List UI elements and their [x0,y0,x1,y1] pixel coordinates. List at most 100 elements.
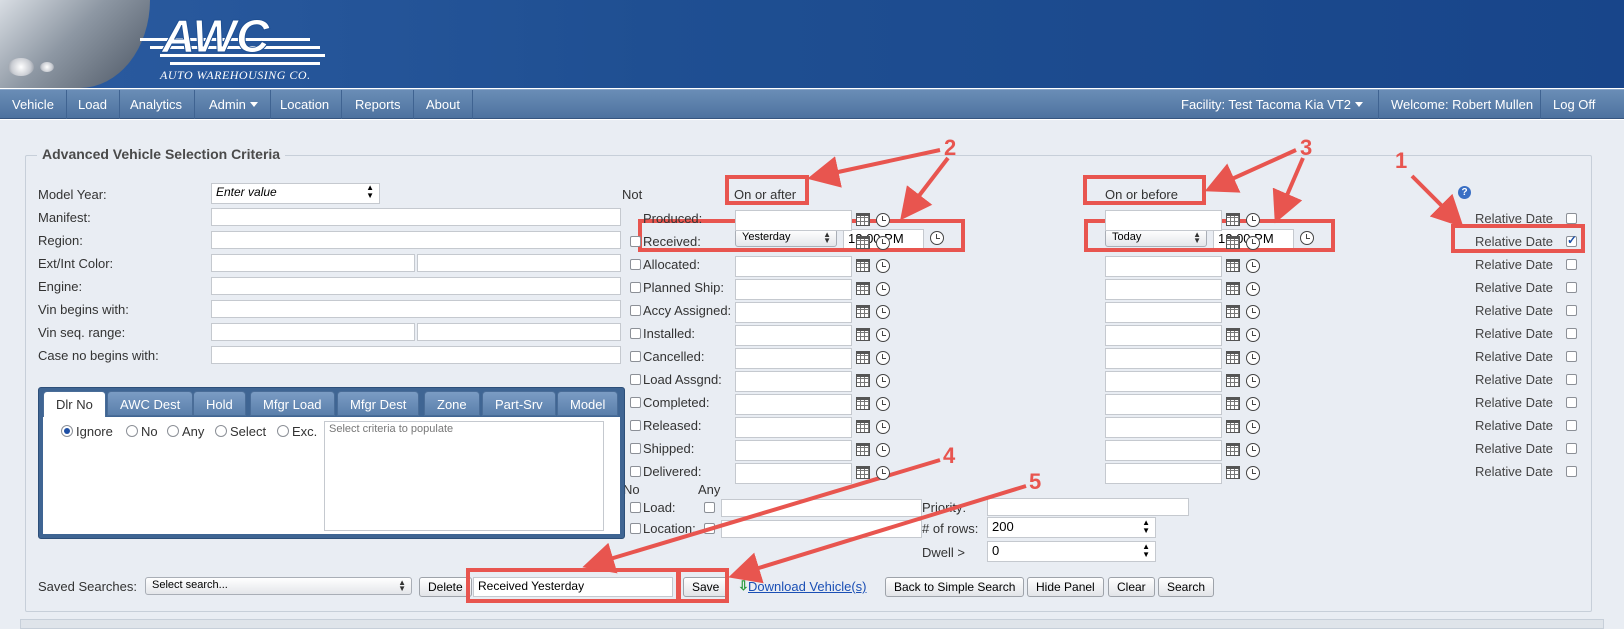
radio-exc[interactable] [277,425,289,437]
nav-location[interactable]: Location [268,90,343,119]
clock-icon[interactable] [1246,213,1260,227]
clock-icon[interactable] [1246,466,1260,480]
vin-seq-to-input[interactable] [417,323,621,341]
not-checkbox[interactable] [630,443,641,454]
date-after-input[interactable] [735,440,852,461]
radio-ignore[interactable] [61,425,73,437]
date-after-input[interactable] [735,394,852,415]
clock-icon[interactable] [876,236,890,250]
location-no-checkbox[interactable] [630,523,641,534]
date-after-input[interactable] [735,210,852,231]
nav-reports[interactable]: Reports [343,90,414,119]
nav-admin[interactable]: Admin [197,90,271,119]
relative-date-checkbox[interactable] [1566,397,1577,408]
calendar-icon[interactable] [1226,443,1240,456]
clock-icon[interactable] [876,328,890,342]
calendar-icon[interactable] [856,443,870,456]
clear-button[interactable]: Clear [1108,577,1155,597]
tab-hold[interactable]: Hold [193,391,246,416]
clock-icon[interactable] [876,397,890,411]
date-after-input[interactable] [735,279,852,300]
relative-date-checkbox[interactable] [1566,213,1577,224]
date-before-input[interactable] [1105,440,1222,461]
back-to-simple-search-button[interactable]: Back to Simple Search [885,577,1025,597]
calendar-icon[interactable] [1226,328,1240,341]
relative-date-checkbox[interactable] [1566,259,1577,270]
int-color-input[interactable] [417,254,621,272]
engine-input[interactable] [211,277,621,295]
clock-icon[interactable] [876,443,890,457]
calendar-icon[interactable] [856,466,870,479]
relative-date-checkbox[interactable] [1566,466,1577,477]
date-after-input[interactable] [735,463,852,484]
region-input[interactable] [211,231,621,249]
calendar-icon[interactable] [1226,236,1240,249]
clock-icon[interactable] [876,282,890,296]
location-input[interactable] [721,520,922,538]
not-checkbox[interactable] [630,236,641,247]
tab-dlr-no[interactable]: Dlr No [43,391,106,419]
nav-analytics[interactable]: Analytics [118,90,196,119]
date-after-input[interactable] [735,348,852,369]
tab-mfgr-load[interactable]: Mfgr Load [250,391,335,416]
relative-date-checkbox[interactable] [1566,328,1577,339]
clock-icon[interactable] [1246,259,1260,273]
vin-begins-input[interactable] [211,300,621,318]
clock-icon[interactable] [876,466,890,480]
clock-icon[interactable] [1246,236,1260,250]
clock-icon[interactable] [1246,420,1260,434]
help-icon[interactable]: ? [1458,186,1471,199]
not-checkbox[interactable] [630,420,641,431]
calendar-icon[interactable] [856,397,870,410]
calendar-icon[interactable] [856,420,870,433]
load-any-checkbox[interactable] [704,502,715,513]
date-after-input[interactable] [735,256,852,277]
relative-date-checkbox[interactable] [1566,233,1577,247]
clock-icon[interactable] [1246,443,1260,457]
load-input[interactable] [721,499,922,517]
not-checkbox[interactable] [630,374,641,385]
relative-date-checkbox[interactable] [1566,374,1577,385]
facility-selector[interactable]: Facility: Test Tacoma Kia VT2 [1169,90,1375,119]
date-before-input[interactable] [1105,279,1222,300]
manifest-input[interactable] [211,208,621,226]
not-checkbox[interactable] [630,351,641,362]
date-before-input[interactable] [1105,256,1222,277]
tab-mfgr-dest[interactable]: Mfgr Dest [337,391,420,416]
clock-icon[interactable] [876,305,890,319]
nav-load[interactable]: Load [66,90,120,119]
not-checkbox[interactable] [630,305,641,316]
calendar-icon[interactable] [1226,374,1240,387]
not-checkbox[interactable] [630,466,641,477]
clock-icon[interactable] [1246,397,1260,411]
vin-seq-from-input[interactable] [211,323,415,341]
calendar-icon[interactable] [856,259,870,272]
relative-date-checkbox[interactable] [1566,305,1577,316]
nav-about[interactable]: About [414,90,473,119]
calendar-icon[interactable] [1226,351,1240,364]
date-before-input[interactable] [1105,325,1222,346]
location-any-checkbox[interactable] [704,523,715,534]
clock-icon[interactable] [1246,328,1260,342]
tab-model[interactable]: Model [557,391,619,416]
criteria-list[interactable]: Select criteria to populate [324,421,604,531]
calendar-icon[interactable] [856,236,870,249]
date-before-input[interactable] [1105,371,1222,392]
radio-select[interactable] [215,425,227,437]
clock-icon[interactable] [876,259,890,273]
relative-date-checkbox[interactable] [1566,443,1577,454]
clock-icon[interactable] [1246,305,1260,319]
date-before-input[interactable] [1105,417,1222,438]
calendar-icon[interactable] [856,328,870,341]
clock-icon[interactable] [876,213,890,227]
tab-zone[interactable]: Zone [424,391,480,416]
ext-color-input[interactable] [211,254,415,272]
date-before-input[interactable] [1105,210,1222,231]
tab-part-srv[interactable]: Part-Srv [482,391,556,416]
case-no-input[interactable] [211,346,621,364]
nav-vehicle[interactable]: Vehicle [0,90,67,119]
clock-icon[interactable] [1246,374,1260,388]
delete-button[interactable]: Delete [419,577,472,597]
clock-icon[interactable] [876,420,890,434]
calendar-icon[interactable] [1226,420,1240,433]
